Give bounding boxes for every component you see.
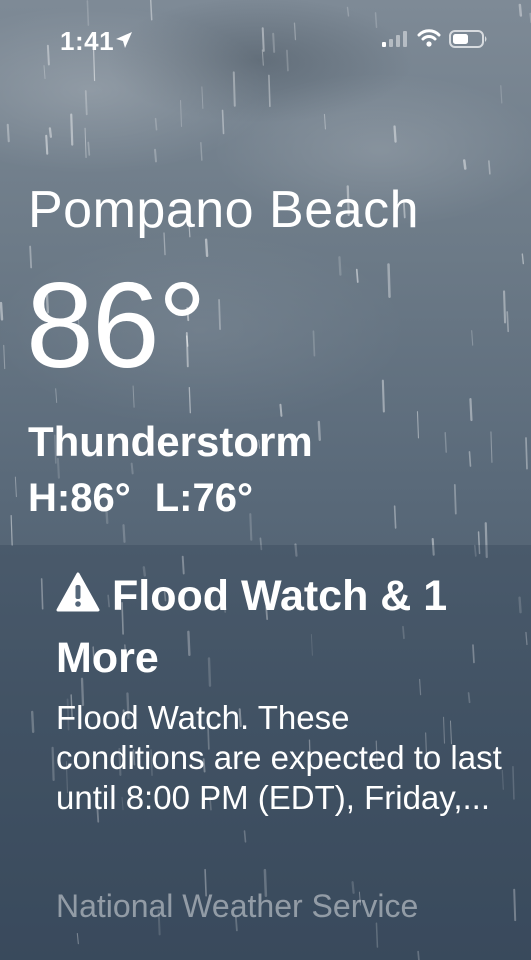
rain-streak	[469, 397, 473, 422]
cellular-signal-icon	[382, 31, 408, 52]
rain-streak	[153, 148, 157, 163]
rain-streak	[317, 420, 322, 441]
rain-streak	[463, 159, 467, 170]
battery-icon	[449, 29, 489, 54]
current-temperature: 86°	[26, 257, 206, 393]
rain-streak	[355, 268, 359, 283]
city-name: Pompano Beach	[28, 181, 419, 239]
rain-streak	[87, 141, 91, 156]
rain-streak	[338, 256, 342, 276]
alert-title[interactable]: Flood Watch & 1 More	[56, 566, 496, 688]
rain-streak	[279, 403, 283, 417]
rain-streak	[154, 117, 158, 131]
rain-streak	[14, 476, 17, 498]
rain-streak	[521, 253, 525, 265]
rain-streak	[6, 123, 10, 143]
alert-source: National Weather Service	[56, 888, 419, 924]
rain-streak	[393, 125, 397, 143]
status-bar: 1:41	[0, 0, 531, 80]
rain-streak	[503, 290, 507, 324]
rain-streak	[393, 505, 397, 529]
rain-streak	[221, 109, 225, 135]
status-time: 1:41	[60, 26, 115, 56]
rain-streak	[201, 86, 204, 109]
rain-streak	[200, 142, 203, 161]
weather-condition: Thunderstorm	[28, 418, 313, 465]
rain-streak	[84, 127, 87, 158]
rain-streak	[381, 379, 385, 413]
rain-streak	[45, 134, 49, 155]
rain-streak	[218, 299, 221, 331]
wifi-icon	[417, 28, 441, 53]
rain-streak	[453, 483, 457, 515]
rain-streak	[416, 411, 420, 439]
rain-streak	[490, 431, 493, 463]
rain-streak	[10, 515, 13, 546]
rain-streak	[471, 330, 474, 346]
rain-streak	[312, 330, 316, 357]
alert-title-text: Flood Watch & 1 More	[56, 572, 448, 682]
rain-streak	[70, 113, 74, 146]
rain-streak	[387, 263, 391, 298]
location-arrow-icon	[114, 30, 134, 55]
rain-streak	[84, 90, 88, 116]
rain-streak	[0, 301, 4, 321]
rain-streak	[506, 311, 510, 333]
rain-streak	[48, 127, 53, 138]
rain-streak	[179, 100, 183, 127]
warning-triangle-icon	[56, 568, 100, 628]
rain-streak	[488, 160, 491, 175]
rain-streak	[204, 238, 209, 257]
high-temperature: H:86°	[28, 476, 131, 520]
rain-streak	[500, 85, 503, 104]
rain-streak	[122, 524, 126, 543]
high-low-temperatures: H:86° L:76°	[28, 476, 253, 521]
rain-streak	[268, 74, 271, 108]
rain-streak	[468, 451, 472, 467]
rain-streak	[3, 344, 6, 370]
alert-description: Flood Watch. These conditions are expect…	[56, 699, 502, 816]
rain-streak	[323, 113, 326, 130]
rain-streak	[444, 431, 447, 453]
low-temperature: L:76°	[154, 476, 253, 520]
rain-streak	[525, 437, 528, 470]
